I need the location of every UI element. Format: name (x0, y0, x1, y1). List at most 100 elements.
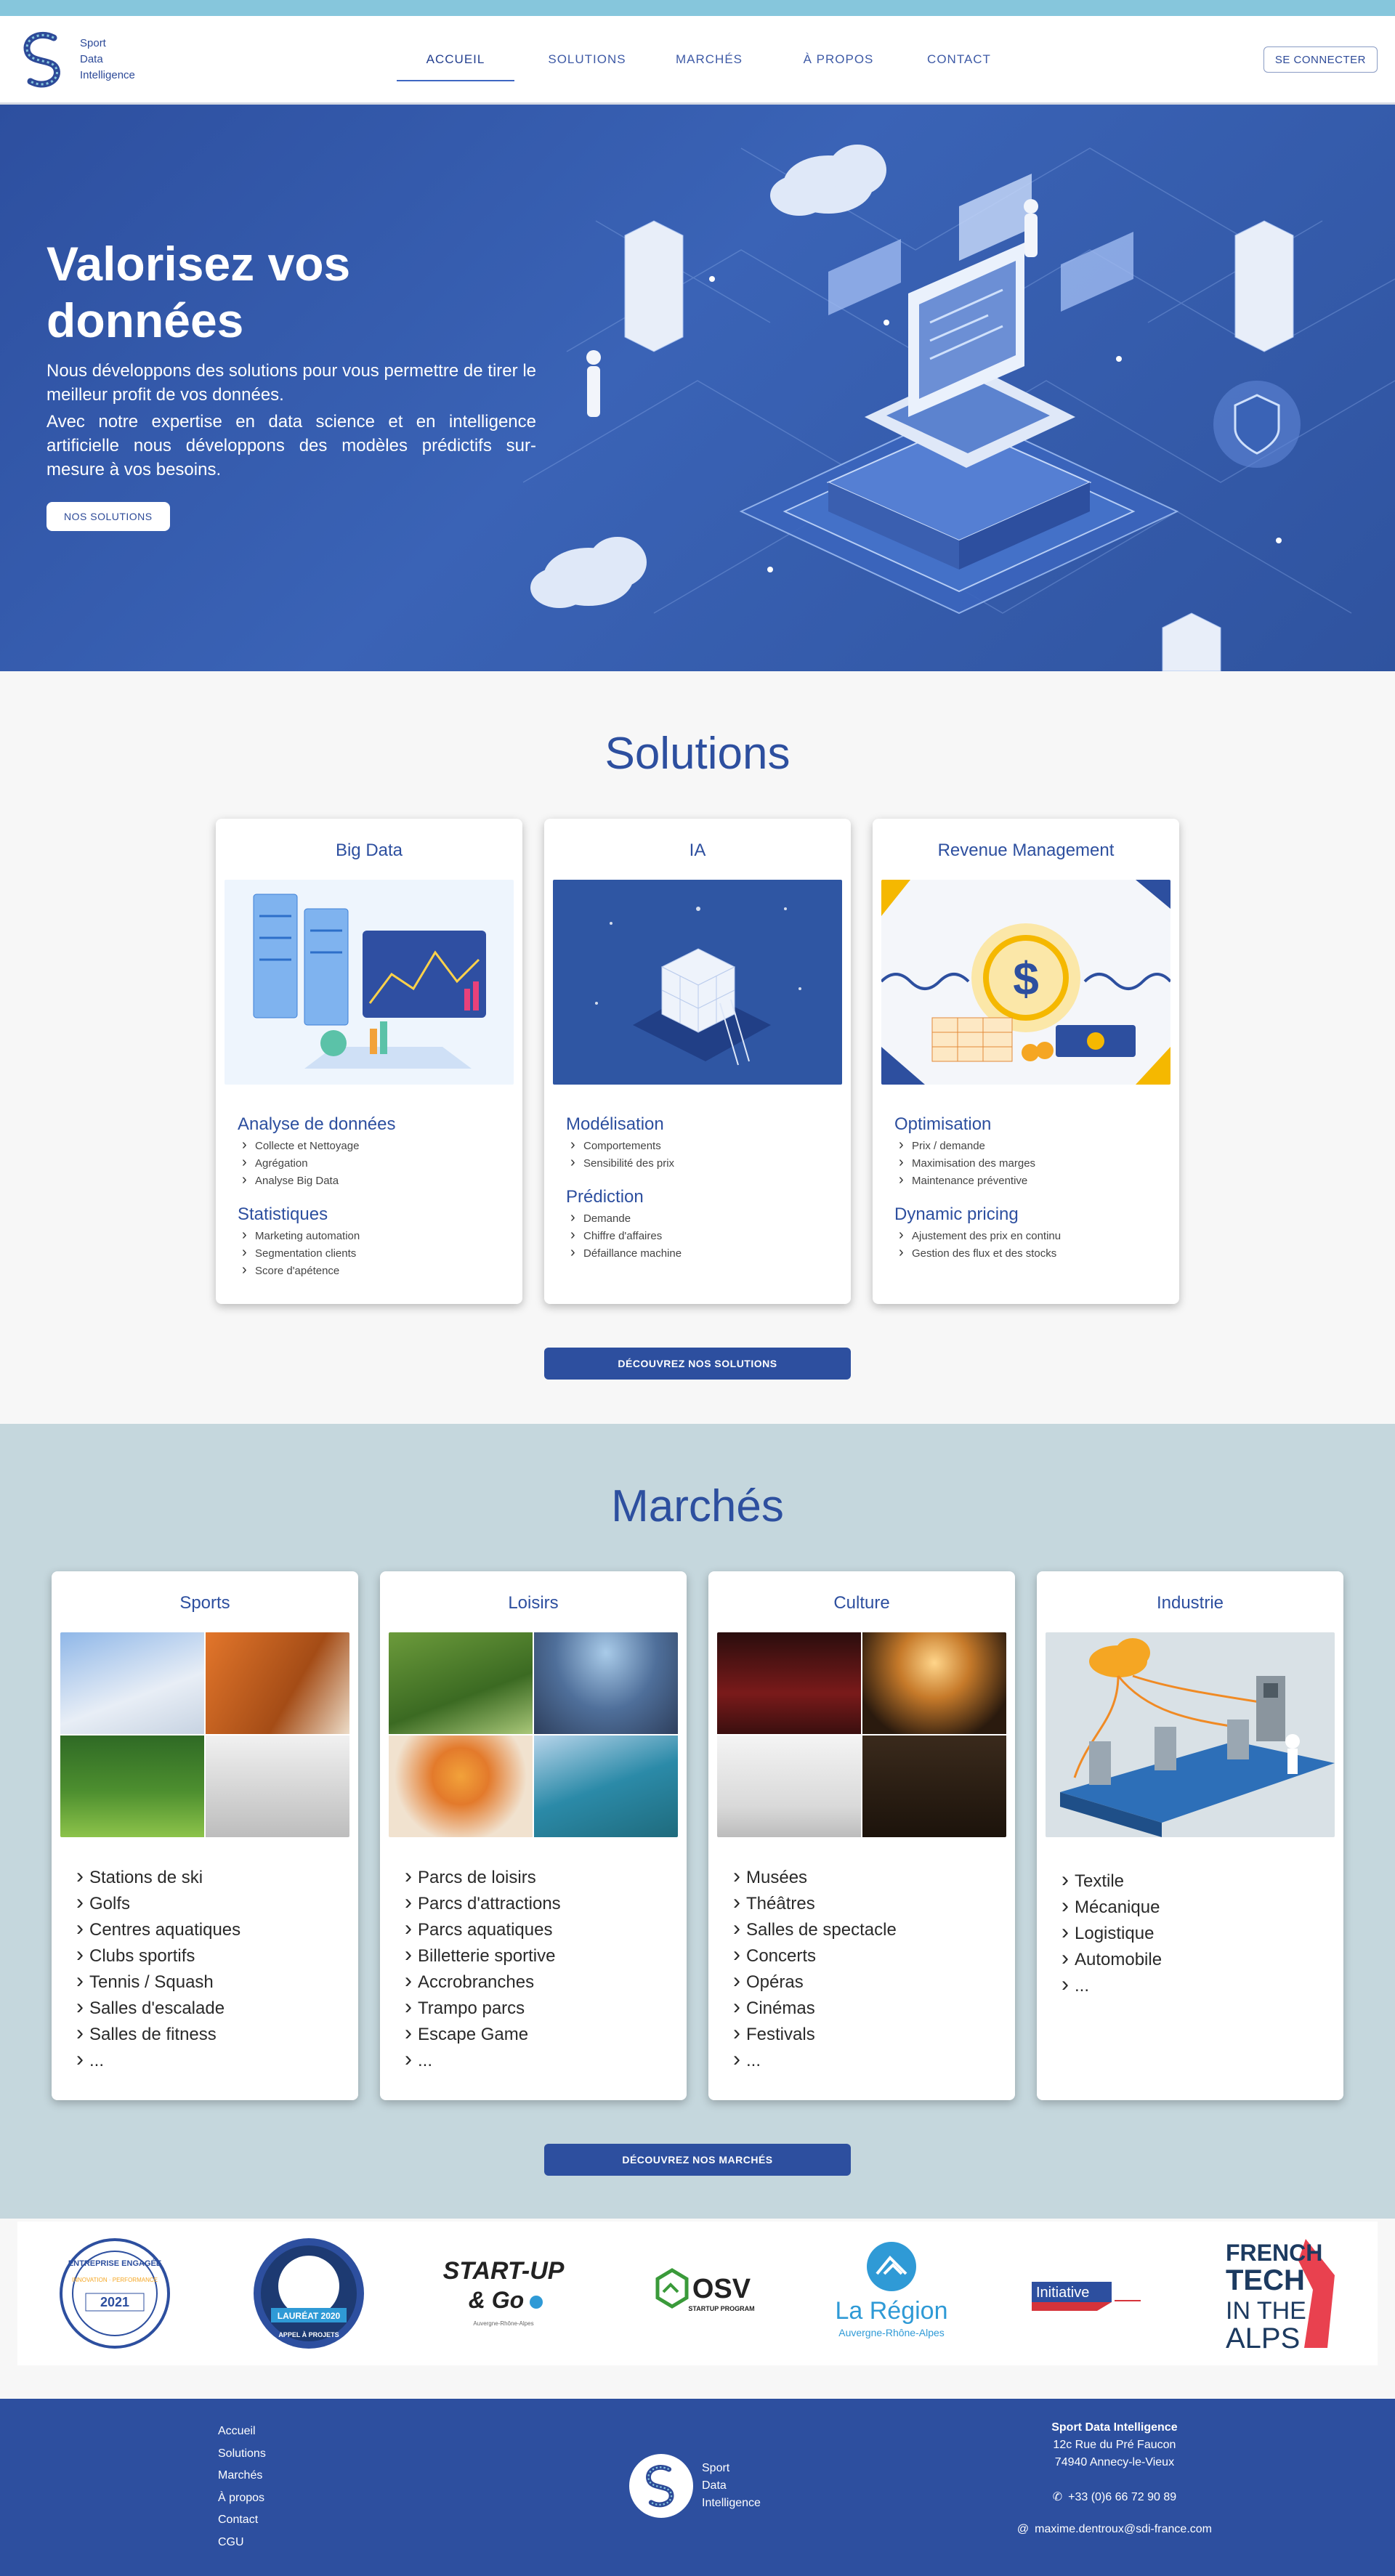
hero-paragraph-2: Avec notre expertise en data science et … (46, 412, 536, 479)
list-item: Escape Game (405, 2020, 662, 2048)
hero-paragraph-1: Nous développons des solutions pour vous… (46, 361, 536, 405)
solution-card-big-data[interactable]: Big Data Analyse de données Collecte et … (216, 819, 522, 1304)
list-item: Golfs (76, 1890, 333, 1917)
golf-photo (60, 1735, 204, 1837)
osv-logo[interactable]: OSV STARTUP PROGRAM (632, 2232, 763, 2355)
list-item: Opéras (733, 1968, 990, 1996)
laureat-2020-badge[interactable]: LAURÉAT 2020 APPEL À PROJETS (243, 2232, 374, 2355)
french-tech-alps-logo[interactable]: FRENCH TECH IN THE ALPS (1215, 2232, 1346, 2355)
market-card-industrie[interactable]: Industrie Textile Mécanique Logistique A… (1037, 1571, 1343, 2100)
list-item: Comportements (566, 1136, 829, 1155)
group-list: Ajustement des prix en continu Gestion d… (894, 1226, 1157, 1263)
list-item: Clubs sportifs (76, 1942, 333, 1969)
nav-solutions[interactable]: Solutions (529, 44, 645, 81)
group-list: Demande Chiffre d'affaires Défaillance m… (566, 1209, 829, 1263)
list-item: Collecte et Nettoyage (238, 1136, 501, 1155)
list-item: ... (733, 2046, 990, 2074)
card-body: Modélisation Comportements Sensibilité d… (553, 1114, 842, 1263)
market-list: Stations de ski Golfs Centres aquatiques… (76, 1863, 333, 2074)
group-heading: Modélisation (566, 1114, 664, 1134)
list-item: Salles de spectacle (733, 1916, 990, 1943)
list-item: Festivals (733, 2020, 990, 2048)
login-button[interactable]: SE CONNECTER (1263, 46, 1378, 73)
at-icon: @ (1016, 2523, 1030, 2535)
list-item: Musées (733, 1863, 990, 1891)
list-item: Parcs de loisirs (405, 1863, 662, 1891)
nav-a-propos[interactable]: À propos (788, 44, 889, 81)
discover-markets-button[interactable]: DÉCOUVREZ NOS MARCHÉS (544, 2144, 851, 2176)
footer-email[interactable]: @ maxime.dentroux@sdi-france.com (1017, 2521, 1212, 2538)
footer-link-solutions[interactable]: Solutions (218, 2443, 266, 2466)
group-heading: Optimisation (894, 1114, 992, 1134)
footer-link-a-propos[interactable]: À propos (218, 2487, 266, 2510)
market-card-sports[interactable]: Sports Stations de ski Golfs Centres aqu… (52, 1571, 358, 2100)
initiative-logo[interactable]: Initiative (1021, 2232, 1152, 2355)
factory-illustration (1046, 1632, 1335, 1837)
svg-text:FRENCH: FRENCH (1226, 2240, 1322, 2266)
nav-contact[interactable]: Contact (908, 44, 1010, 81)
hero-solutions-button[interactable]: NOS SOLUTIONS (46, 502, 170, 531)
footer-link-marches[interactable]: Marchés (218, 2465, 266, 2487)
phone-icon: ✆ (1052, 2491, 1063, 2503)
list-item: Tennis / Squash (76, 1968, 333, 1996)
solutions-cards: Big Data Analyse de données Collecte et … (0, 819, 1395, 1304)
laureate-seal-icon: LAURÉAT 2020 APPEL À PROJETS (254, 2238, 365, 2349)
group-list: Marketing automation Segmentation client… (238, 1226, 501, 1280)
email-address: maxime.dentroux@sdi-france.com (1035, 2523, 1212, 2535)
svg-text:2021: 2021 (100, 2295, 129, 2309)
list-item: Cinémas (733, 1994, 990, 2022)
entreprise-engagee-2021-badge[interactable]: ENTREPRISE ENGAGÉE INNOVATION · PERFORMA… (49, 2232, 180, 2355)
list-item: Concerts (733, 1942, 990, 1969)
card-title: Culture (833, 1593, 890, 1613)
solution-card-revenue-management[interactable]: Revenue Management $ Optimisation Prix /… (873, 819, 1179, 1304)
market-card-culture[interactable]: Culture Musées Théâtres Salles de specta… (708, 1571, 1015, 2100)
market-list: Musées Théâtres Salles de spectacle Conc… (733, 1863, 990, 2074)
card-title: Loisirs (508, 1593, 559, 1613)
list-item: Agrégation (238, 1154, 501, 1172)
card-title: Big Data (335, 841, 403, 860)
revenue-illustration: $ (880, 880, 1172, 1085)
svg-text:Initiative: Initiative (1036, 2285, 1089, 2301)
data-platform-illustration (523, 145, 1395, 671)
discover-solutions-button[interactable]: DÉCOUVREZ NOS SOLUTIONS (544, 1348, 851, 1380)
markets-section: Marchés Sports Stations de ski Golfs Cen… (0, 1424, 1395, 2219)
list-item: Ajustement des prix en continu (894, 1226, 1157, 1245)
start-up-and-go-logo[interactable]: START-UP & Go Auvergne-Rhône-Alpes (438, 2232, 569, 2355)
list-item: Automobile (1062, 1945, 1319, 1973)
brand-logo[interactable]: Sport Data Intelligence (17, 29, 135, 90)
footer-link-contact[interactable]: Contact (218, 2509, 266, 2532)
card-title: Revenue Management (937, 841, 1115, 860)
la-region-logo[interactable]: La Région Auvergne-Rhône-Alpes (826, 2232, 957, 2355)
footer-brand-name: Sport Data Intelligence (702, 2462, 761, 2509)
svg-text:APPEL À PROJETS: APPEL À PROJETS (278, 2331, 339, 2338)
french-tech-logo-icon: FRENCH TECH IN THE ALPS (1226, 2239, 1335, 2354)
card-body: Musées Théâtres Salles de spectacle Conc… (717, 1863, 1006, 2074)
hero-content: Valorisez vos données Nous développons d… (46, 235, 536, 531)
footer-link-accueil[interactable]: Accueil (218, 2421, 266, 2443)
concert-photo (862, 1632, 1006, 1734)
group-list: Comportements Sensibilité des prix (566, 1136, 829, 1172)
card-body: Stations de ski Golfs Centres aquatiques… (60, 1863, 349, 2074)
engaged-company-seal-icon: ENTREPRISE ENGAGÉE INNOVATION · PERFORMA… (59, 2238, 170, 2349)
list-item: Sensibilité des prix (566, 1154, 829, 1172)
svg-text:ALPS: ALPS (1226, 2322, 1300, 2354)
top-accent-strip (0, 0, 1395, 16)
initiative-logo-icon: Initiative (1031, 2282, 1141, 2311)
card-body: Parcs de loisirs Parcs d'attractions Par… (389, 1863, 678, 2074)
footer-phone[interactable]: ✆ +33 (0)6 66 72 90 89 (1017, 2489, 1212, 2506)
nav-accueil[interactable]: Accueil (397, 44, 514, 81)
solutions-section: Solutions Big Data Analyse de données Co… (0, 671, 1395, 1424)
nav-marches[interactable]: Marchés (658, 44, 760, 81)
card-title: IA (689, 841, 706, 860)
svg-text:ENTREPRISE ENGAGÉE: ENTREPRISE ENGAGÉE (68, 2259, 161, 2268)
solution-card-ia[interactable]: IA Modélisation Comportements Sensibilit… (544, 819, 851, 1304)
list-item: Défaillance machine (566, 1244, 829, 1263)
list-item: Logistique (1062, 1919, 1319, 1947)
big-data-illustration (225, 880, 514, 1085)
list-item: Salles de fitness (76, 2020, 333, 2048)
footer-link-cgu[interactable]: CGU (218, 2532, 266, 2554)
footer-brand-logo[interactable]: Sport Data Intelligence (629, 2454, 761, 2518)
svg-text:OSV: OSV (692, 2274, 751, 2304)
svg-text:La Région: La Région (836, 2297, 948, 2325)
market-card-loisirs[interactable]: Loisirs Parcs de loisirs Parcs d'attract… (380, 1571, 687, 2100)
